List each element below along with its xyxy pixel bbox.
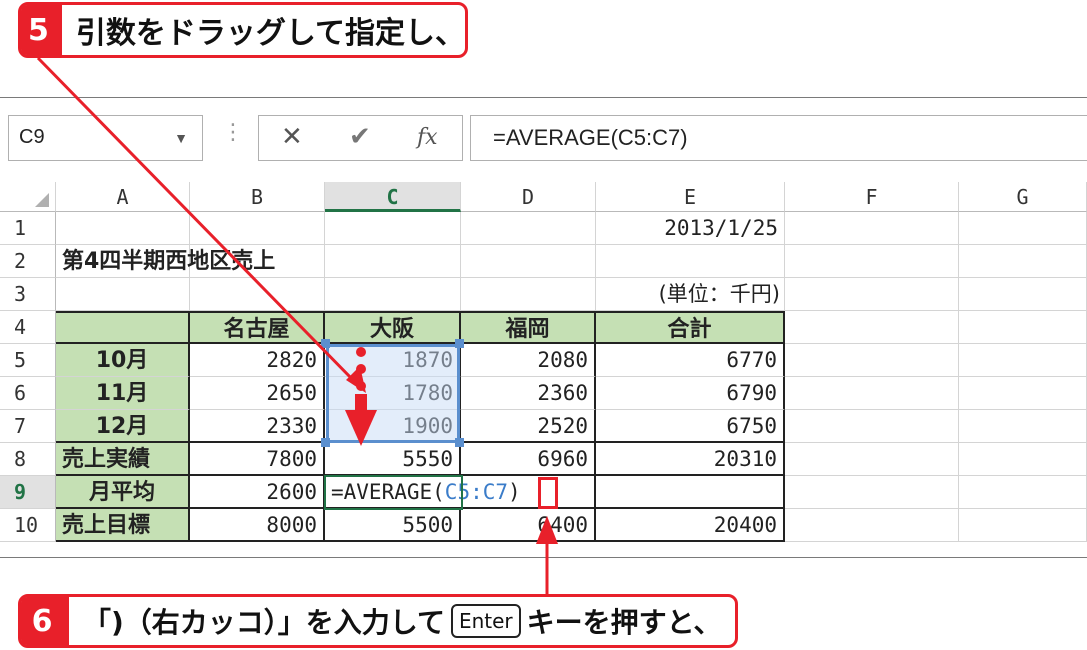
paren-pointer-arrowhead — [536, 516, 558, 544]
enter-key-icon: Enter — [450, 604, 521, 638]
step6-callout: 6 「)（右カッコ）」を入力して Enter キーを押すと、 — [18, 594, 738, 648]
step-text: 「)（右カッコ）」を入力して Enter キーを押すと、 — [69, 601, 722, 641]
step-text-before: 「)（右カッコ）」を入力して — [83, 606, 445, 639]
annotation-arrows — [36, 56, 558, 594]
drag-path-dot — [356, 347, 366, 357]
drag-pointer-arrow-line — [36, 56, 357, 384]
drag-path-dot — [356, 364, 366, 374]
drag-down-arrowhead — [345, 410, 377, 446]
step-number: 6 — [21, 597, 69, 645]
step-text-after: キーを押すと、 — [526, 606, 722, 639]
drag-path-dot — [356, 381, 366, 391]
drag-arrow-shaft — [355, 394, 367, 412]
